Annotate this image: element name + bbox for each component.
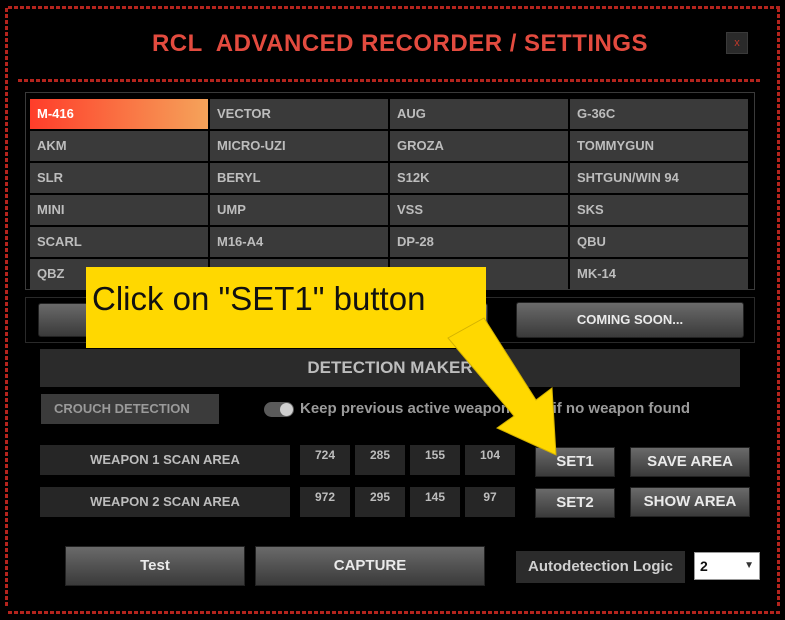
weapon-button-sks[interactable]: SKS: [570, 195, 748, 225]
weapon-2-scan-area-label: WEAPON 2 SCAN AREA: [40, 487, 290, 517]
weapon-1-width-field[interactable]: 155: [410, 445, 460, 475]
border-right: [777, 8, 780, 608]
weapon-button-shtgun-win94[interactable]: SHTGUN/WIN 94: [570, 163, 748, 193]
border-top: [8, 6, 780, 9]
set1-button[interactable]: SET1: [535, 447, 615, 477]
autodetection-logic-value: 2: [700, 558, 708, 574]
close-button[interactable]: x: [726, 32, 748, 54]
weapon-button-qbu[interactable]: QBU: [570, 227, 748, 257]
weapon-button-vss[interactable]: VSS: [390, 195, 568, 225]
detection-maker-header: DETECTION MAKER: [40, 349, 740, 387]
keep-previous-label: Keep previous active weapon even if no w…: [300, 400, 691, 417]
weapon-button-scarl[interactable]: SCARL: [30, 227, 208, 257]
crouch-detection-button[interactable]: CROUCH DETECTION: [41, 394, 219, 424]
test-button[interactable]: Test: [65, 546, 245, 586]
weapon-button-mk14[interactable]: MK-14: [570, 259, 748, 289]
weapon-2-width-field[interactable]: 145: [410, 487, 460, 517]
show-area-button[interactable]: SHOW AREA: [630, 487, 750, 517]
capture-button[interactable]: CAPTURE: [255, 546, 485, 586]
weapon-button-slr[interactable]: SLR: [30, 163, 208, 193]
weapon-button-akm[interactable]: AKM: [30, 131, 208, 161]
weapon-1-x-field[interactable]: 724: [300, 445, 350, 475]
weapon-button-dp28[interactable]: DP-28: [390, 227, 568, 257]
weapon-button-groza[interactable]: GROZA: [390, 131, 568, 161]
close-icon: x: [734, 37, 740, 49]
weapon-button-m416[interactable]: M-416: [30, 99, 208, 129]
border-bottom: [8, 611, 780, 614]
window-title: RCL ADVANCED RECORDER / SETTINGS: [151, 30, 649, 57]
weapon-button-micro-uzi[interactable]: MICRO-UZI: [210, 131, 388, 161]
app-window: RCL ADVANCED RECORDER / SETTINGS x M-416…: [0, 0, 785, 620]
weapon-2-height-field[interactable]: 97: [465, 487, 515, 517]
weapon-2-x-field[interactable]: 972: [300, 487, 350, 517]
set2-button[interactable]: SET2: [535, 488, 615, 518]
weapon-1-y-field[interactable]: 285: [355, 445, 405, 475]
autodetection-logic-label: Autodetection Logic: [516, 551, 685, 583]
coming-soon-button[interactable]: COMING SOON...: [516, 302, 744, 338]
weapon-grid: M-416 VECTOR AUG G-36C AKM MICRO-UZI GRO…: [25, 92, 755, 290]
weapon-1-height-field[interactable]: 104: [465, 445, 515, 475]
instruction-callout: Click on "SET1" button: [86, 267, 486, 348]
weapon-button-vector[interactable]: VECTOR: [210, 99, 388, 129]
save-area-button[interactable]: SAVE AREA: [630, 447, 750, 477]
toggle-knob: [280, 403, 293, 416]
title-divider: [18, 79, 760, 82]
weapon-button-aug[interactable]: AUG: [390, 99, 568, 129]
keep-previous-toggle[interactable]: [264, 402, 294, 417]
weapon-button-tommygun[interactable]: TOMMYGUN: [570, 131, 748, 161]
weapon-2-y-field[interactable]: 295: [355, 487, 405, 517]
border-left: [5, 8, 8, 608]
weapon-button-s12k[interactable]: S12K: [390, 163, 568, 193]
chevron-down-icon: ▼: [744, 560, 754, 571]
weapon-1-scan-area-label: WEAPON 1 SCAN AREA: [40, 445, 290, 475]
weapon-button-g36c[interactable]: G-36C: [570, 99, 748, 129]
autodetection-logic-select[interactable]: 2 ▼: [694, 552, 760, 580]
weapon-button-mini[interactable]: MINI: [30, 195, 208, 225]
weapon-button-m16a4[interactable]: M16-A4: [210, 227, 388, 257]
weapon-button-ump[interactable]: UMP: [210, 195, 388, 225]
weapon-button-beryl[interactable]: BERYL: [210, 163, 388, 193]
